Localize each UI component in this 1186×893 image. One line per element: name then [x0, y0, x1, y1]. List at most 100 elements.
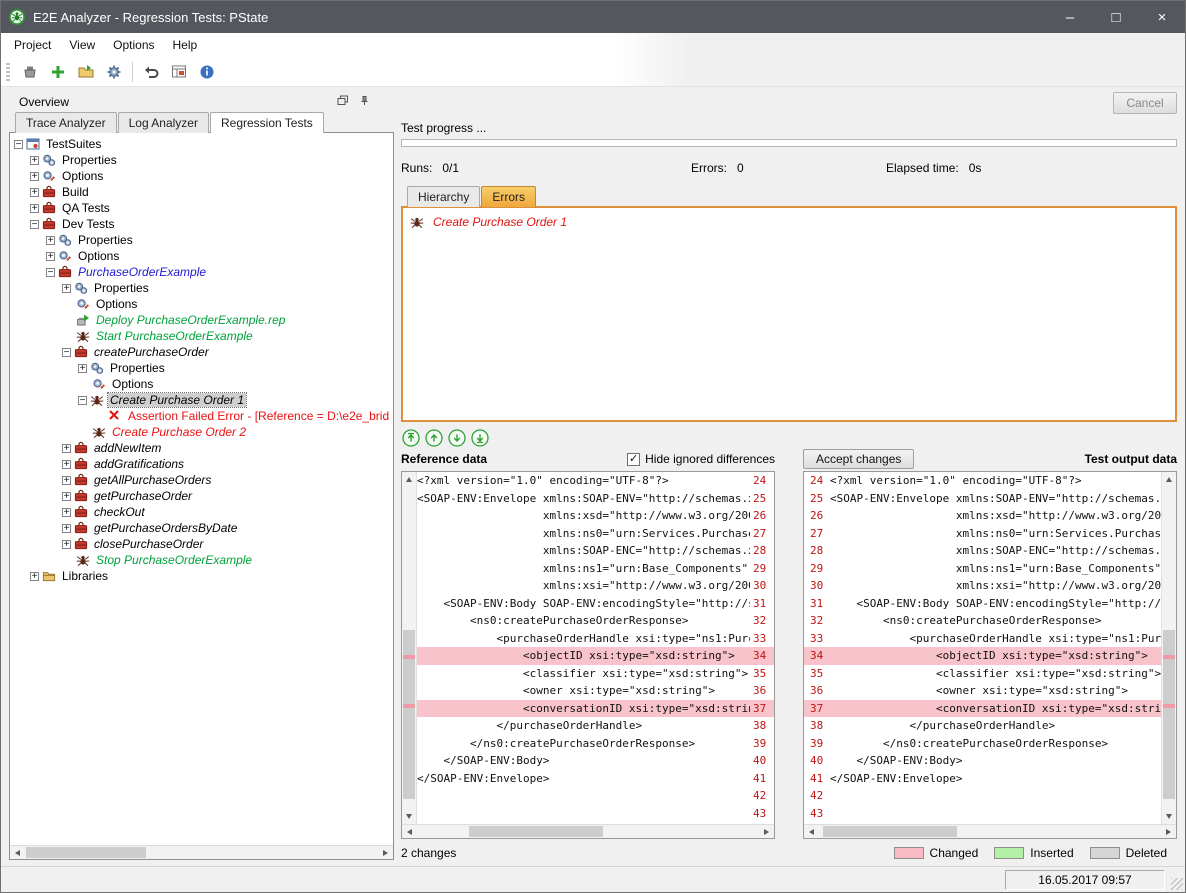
add-button[interactable]: [45, 59, 71, 85]
expand-icon[interactable]: +: [30, 172, 39, 181]
report-button[interactable]: [166, 59, 192, 85]
expand-icon[interactable]: +: [62, 460, 71, 469]
expand-icon[interactable]: +: [62, 492, 71, 501]
deploy-button[interactable]: [17, 59, 43, 85]
scroll-thumb[interactable]: [823, 826, 957, 837]
info-button[interactable]: [194, 59, 220, 85]
tree-item-deploy-purchaseorderexample-rep[interactable]: Deploy PurchaseOrderExample.rep: [10, 312, 393, 328]
tree-item-properties[interactable]: +Properties: [10, 360, 393, 376]
tree-item-build[interactable]: +Build: [10, 184, 393, 200]
pin-icon[interactable]: [359, 95, 370, 109]
tree-item-options[interactable]: +Options: [10, 248, 393, 264]
collapse-icon[interactable]: −: [30, 220, 39, 229]
tree-item-properties[interactable]: +Properties: [10, 280, 393, 296]
expand-icon[interactable]: +: [62, 284, 71, 293]
tree-item-getallpurchaseorders[interactable]: +getAllPurchaseOrders: [10, 472, 393, 488]
tab-errors[interactable]: Errors: [481, 186, 536, 207]
expand-icon[interactable]: +: [30, 156, 39, 165]
menu-view[interactable]: View: [60, 34, 104, 56]
tree-item-testsuites[interactable]: −TestSuites: [10, 136, 393, 152]
expand-icon[interactable]: +: [30, 572, 39, 581]
scroll-up-arrow[interactable]: [402, 472, 416, 487]
tree-item-create-purchase-order-2[interactable]: Create Purchase Order 2: [10, 424, 393, 440]
scroll-thumb[interactable]: [469, 826, 603, 837]
output-hscrollbar[interactable]: [804, 824, 1176, 838]
collapse-icon[interactable]: −: [46, 268, 55, 277]
tree-item-properties[interactable]: +Properties: [10, 232, 393, 248]
tree-item-getpurchaseorder[interactable]: +getPurchaseOrder: [10, 488, 393, 504]
scroll-thumb[interactable]: [26, 847, 146, 858]
collapse-icon[interactable]: −: [14, 140, 23, 149]
scroll-left-arrow[interactable]: [10, 846, 25, 859]
expand-icon[interactable]: +: [62, 524, 71, 533]
tab-log-analyzer[interactable]: Log Analyzer: [118, 112, 209, 133]
scroll-right-arrow[interactable]: [378, 846, 393, 859]
previous-difference-button[interactable]: [424, 428, 443, 447]
tree-item-options[interactable]: +Options: [10, 168, 393, 184]
scroll-down-arrow[interactable]: [1162, 809, 1176, 824]
menu-project[interactable]: Project: [5, 34, 60, 56]
collapse-icon[interactable]: −: [62, 348, 71, 357]
run-stats: Runs: 0/1 Errors: 0 Elapsed time: 0s: [401, 161, 1177, 175]
tree-item-addnewitem[interactable]: +addNewItem: [10, 440, 393, 456]
tab-trace-analyzer[interactable]: Trace Analyzer: [15, 112, 117, 133]
expand-icon[interactable]: +: [62, 444, 71, 453]
scroll-up-arrow[interactable]: [1162, 472, 1176, 487]
reference-hscrollbar[interactable]: [402, 824, 774, 838]
error-item[interactable]: Create Purchase Order 1: [410, 213, 1168, 230]
expand-icon[interactable]: +: [30, 204, 39, 213]
close-button[interactable]: ×: [1139, 1, 1185, 33]
scroll-left-arrow[interactable]: [402, 825, 417, 838]
resize-grip[interactable]: [1171, 878, 1183, 890]
overview-panel-header: Overview: [9, 92, 394, 112]
tree-item-getpurchaseordersbydate[interactable]: +getPurchaseOrdersByDate: [10, 520, 393, 536]
scroll-right-arrow[interactable]: [1161, 825, 1176, 838]
float-window-icon[interactable]: [337, 95, 349, 109]
hide-ignored-checkbox[interactable]: ✓ Hide ignored differences: [627, 452, 775, 466]
first-difference-button[interactable]: [401, 428, 420, 447]
open-folder-button[interactable]: [73, 59, 99, 85]
tree-item-properties[interactable]: +Properties: [10, 152, 393, 168]
tree-item-qa-tests[interactable]: +QA Tests: [10, 200, 393, 216]
accept-changes-button[interactable]: Accept changes: [803, 449, 914, 469]
tree-item-purchaseorderexample[interactable]: −PurchaseOrderExample: [10, 264, 393, 280]
tab-regression-tests[interactable]: Regression Tests: [210, 112, 324, 133]
cancel-button[interactable]: Cancel: [1113, 92, 1177, 114]
tree-item-libraries[interactable]: +Libraries: [10, 568, 393, 584]
settings-button[interactable]: [101, 59, 127, 85]
tree-item-start-purchaseorderexample[interactable]: Start PurchaseOrderExample: [10, 328, 393, 344]
last-difference-button[interactable]: [470, 428, 489, 447]
tree-hscrollbar[interactable]: [10, 845, 393, 859]
properties-icon: [58, 233, 72, 247]
maximize-button[interactable]: □: [1093, 1, 1139, 33]
tree-item-checkout[interactable]: +checkOut: [10, 504, 393, 520]
reference-vscrollbar[interactable]: [402, 472, 417, 824]
tree-item-dev-tests[interactable]: −Dev Tests: [10, 216, 393, 232]
tab-hierarchy[interactable]: Hierarchy: [407, 186, 480, 207]
expand-icon[interactable]: +: [62, 476, 71, 485]
expand-icon[interactable]: +: [78, 364, 87, 373]
collapse-icon[interactable]: −: [78, 396, 87, 405]
expand-icon[interactable]: +: [30, 188, 39, 197]
scroll-left-arrow[interactable]: [804, 825, 819, 838]
expand-icon[interactable]: +: [46, 236, 55, 245]
expand-icon[interactable]: +: [62, 540, 71, 549]
tree-item-options[interactable]: Options: [10, 296, 393, 312]
expand-icon[interactable]: +: [46, 252, 55, 261]
minimize-button[interactable]: –: [1047, 1, 1093, 33]
next-difference-button[interactable]: [447, 428, 466, 447]
undo-button[interactable]: [138, 59, 164, 85]
expand-icon[interactable]: +: [62, 508, 71, 517]
scroll-right-arrow[interactable]: [759, 825, 774, 838]
menu-options[interactable]: Options: [104, 34, 163, 56]
scroll-down-arrow[interactable]: [402, 809, 416, 824]
tree-item-addgratifications[interactable]: +addGratifications: [10, 456, 393, 472]
menu-help[interactable]: Help: [164, 34, 207, 56]
tree-item-options[interactable]: Options: [10, 376, 393, 392]
tree-item-stop-purchaseorderexample[interactable]: Stop PurchaseOrderExample: [10, 552, 393, 568]
output-vscrollbar[interactable]: [1161, 472, 1176, 824]
tree-item-createpurchaseorder[interactable]: −createPurchaseOrder: [10, 344, 393, 360]
tree-item-closepurchaseorder[interactable]: +closePurchaseOrder: [10, 536, 393, 552]
tree-item-create-purchase-order-1[interactable]: −Create Purchase Order 1: [10, 392, 393, 408]
tree-item-assertion-failed-error-reference-d-e2e-brid[interactable]: Assertion Failed Error - [Reference = D:…: [10, 408, 393, 424]
